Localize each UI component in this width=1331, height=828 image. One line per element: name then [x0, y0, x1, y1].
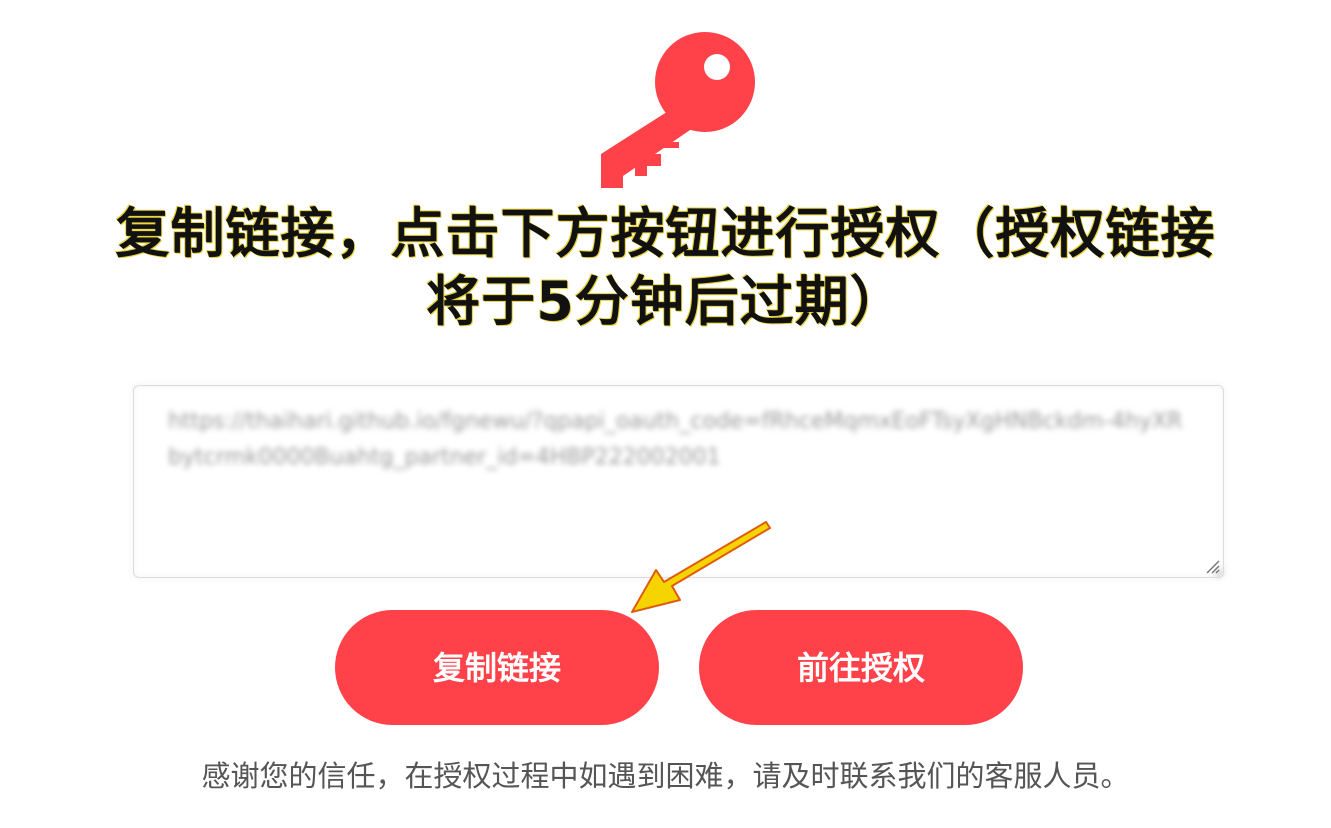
copy-link-button[interactable]: 复制链接	[335, 610, 659, 725]
page-title: 复制链接，点击下方按钮进行授权（授权链接将于5分钟后过期）	[115, 202, 1216, 333]
go-authorize-button[interactable]: 前往授权	[699, 610, 1023, 725]
key-icon	[601, 32, 755, 188]
resize-handle-icon[interactable]	[1204, 558, 1220, 574]
arrow-icon	[631, 521, 771, 613]
support-note: 感谢您的信任，在授权过程中如遇到困难，请及时联系我们的客服人员。	[201, 759, 1130, 793]
